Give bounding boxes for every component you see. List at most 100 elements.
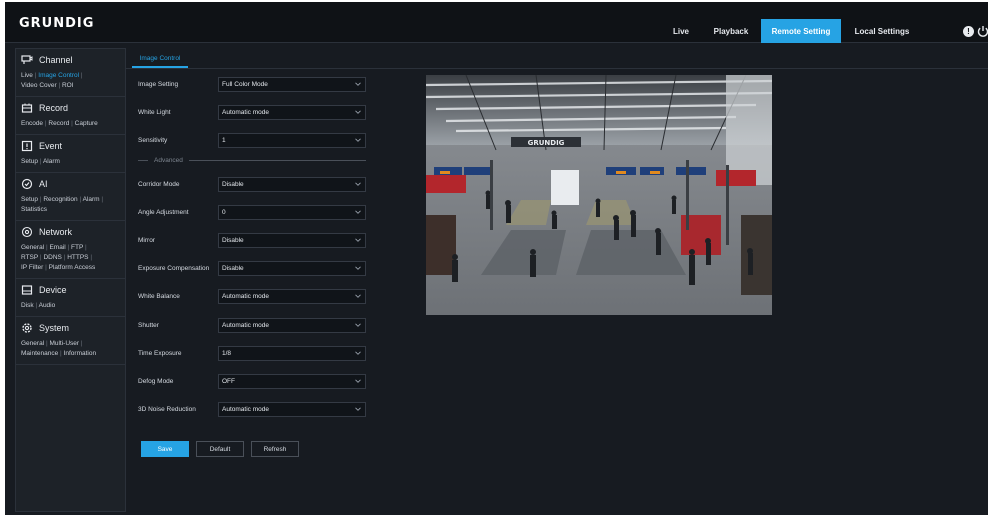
value-time-exposure: 1/8 — [222, 350, 232, 357]
select-angle-adjustment[interactable]: 0 — [218, 205, 366, 220]
select-exposure-compensation[interactable]: Disable — [218, 261, 366, 276]
record-icon — [21, 103, 33, 113]
row-noise-reduction: 3D Noise Reduction Automatic mode — [138, 402, 370, 417]
label-angle-adjustment: Angle Adjustment — [138, 209, 189, 216]
select-white-balance[interactable]: Automatic mode — [218, 289, 366, 304]
value-angle-adjustment: 0 — [222, 209, 226, 216]
label-time-exposure: Time Exposure — [138, 350, 182, 357]
refresh-button[interactable]: Refresh — [251, 441, 299, 457]
row-white-light: White Light Automatic mode — [138, 105, 370, 120]
value-sensitivity: 1 — [222, 137, 226, 144]
main-panel: Image Control Image Setting Full Color M… — [126, 48, 988, 512]
select-image-setting[interactable]: Full Color Mode — [218, 77, 366, 92]
label-corridor-mode: Corridor Mode — [138, 181, 180, 188]
sidebar-item-ai[interactable]: AI — [16, 173, 125, 195]
info-icon[interactable]: ! — [963, 26, 974, 37]
link-ip-filter[interactable]: IP Filter — [21, 264, 43, 271]
value-white-balance: Automatic mode — [222, 293, 269, 300]
link-capture[interactable]: Capture — [75, 120, 98, 127]
link-platform-access[interactable]: Platform Access — [49, 264, 96, 271]
link-statistics[interactable]: Statistics — [21, 206, 47, 213]
power-icon[interactable] — [977, 25, 989, 38]
row-angle-adjustment: Angle Adjustment 0 — [138, 205, 370, 220]
select-corridor-mode[interactable]: Disable — [218, 177, 366, 192]
sidebar-links-channel: Live | Image Control | Video Cover | ROI — [21, 72, 83, 89]
link-event-setup[interactable]: Setup — [21, 158, 38, 165]
row-image-setting: Image Setting Full Color Mode — [138, 77, 370, 92]
select-sensitivity[interactable]: 1 — [218, 133, 366, 148]
sidebar-label-device: Device — [39, 285, 67, 295]
select-white-light[interactable]: Automatic mode — [218, 105, 366, 120]
gear-icon — [22, 323, 32, 333]
sidebar-label-system: System — [39, 323, 70, 333]
link-ftp[interactable]: FTP — [71, 244, 83, 251]
select-noise-reduction[interactable]: Automatic mode — [218, 402, 366, 417]
tab-image-control[interactable]: Image Control — [132, 52, 188, 68]
link-net-general[interactable]: General — [21, 244, 44, 251]
chevron-down-icon — [355, 294, 361, 298]
link-image-control[interactable]: Image Control — [38, 72, 79, 79]
link-roi[interactable]: ROI — [62, 82, 74, 89]
tab-divider — [126, 68, 988, 69]
save-button[interactable]: Save — [141, 441, 189, 457]
label-image-setting: Image Setting — [138, 81, 179, 88]
nav-local-settings[interactable]: Local Settings — [848, 19, 916, 43]
sidebar: Channel Live | Image Control | Video Cov… — [15, 48, 126, 512]
link-ai-alarm[interactable]: Alarm — [83, 196, 100, 203]
sidebar-item-network[interactable]: Network — [16, 221, 125, 243]
link-recognition[interactable]: Recognition — [43, 196, 77, 203]
link-video-cover[interactable]: Video Cover — [21, 82, 57, 89]
label-shutter: Shutter — [138, 322, 159, 329]
sidebar-item-event[interactable]: Event — [16, 135, 125, 157]
sidebar-item-device[interactable]: Device — [16, 279, 125, 301]
value-shutter: Automatic mode — [222, 322, 269, 329]
nav-live[interactable]: Live — [667, 19, 695, 43]
sidebar-item-record[interactable]: Record — [16, 97, 125, 119]
chevron-down-icon — [355, 182, 361, 186]
sidebar-section-network: Network General | Email | FTP | RTSP | D… — [16, 221, 125, 279]
link-audio[interactable]: Audio — [39, 302, 56, 309]
select-defog-mode[interactable]: OFF — [218, 374, 366, 389]
link-information[interactable]: Information — [64, 350, 97, 357]
link-disk[interactable]: Disk — [21, 302, 34, 309]
link-sys-general[interactable]: General — [21, 340, 44, 347]
sidebar-links-device: Disk | Audio — [21, 302, 56, 309]
row-white-balance: White Balance Automatic mode — [138, 289, 370, 304]
sidebar-item-channel[interactable]: Channel — [16, 49, 125, 71]
nav-playback[interactable]: Playback — [708, 19, 754, 43]
link-record[interactable]: Record — [48, 120, 69, 127]
select-time-exposure[interactable]: 1/8 — [218, 346, 366, 361]
link-encode[interactable]: Encode — [21, 120, 43, 127]
chevron-down-icon — [355, 210, 361, 214]
link-live[interactable]: Live — [21, 72, 33, 79]
sidebar-section-system: System General | Multi-User | Maintenanc… — [16, 317, 125, 365]
default-button[interactable]: Default — [196, 441, 244, 457]
camera-preview-image: GRUNDIG — [426, 75, 772, 315]
value-noise-reduction: Automatic mode — [222, 406, 269, 413]
sidebar-label-network: Network — [39, 227, 73, 237]
sidebar-label-record: Record — [39, 103, 69, 113]
brand-logo: GRUNDIG — [19, 16, 95, 31]
link-ddns[interactable]: DDNS — [43, 254, 61, 261]
label-exposure-compensation: Exposure Compensation — [138, 265, 210, 272]
link-event-alarm[interactable]: Alarm — [43, 158, 60, 165]
advanced-divider: Advanced — [138, 155, 366, 165]
network-icon — [21, 226, 33, 238]
link-https[interactable]: HTTPS — [67, 254, 88, 261]
value-image-setting: Full Color Mode — [222, 81, 268, 88]
sidebar-section-record: Record Encode | Record | Capture — [16, 97, 125, 135]
nav-remote-setting[interactable]: Remote Setting — [761, 19, 841, 43]
sidebar-item-system[interactable]: System — [16, 317, 125, 339]
select-shutter[interactable]: Automatic mode — [218, 318, 366, 333]
link-rtsp[interactable]: RTSP — [21, 254, 38, 261]
label-white-light: White Light — [138, 109, 171, 116]
select-mirror[interactable]: Disable — [218, 233, 366, 248]
link-ai-setup[interactable]: Setup — [21, 196, 38, 203]
link-email[interactable]: Email — [49, 244, 65, 251]
link-multi-user[interactable]: Multi-User — [49, 340, 79, 347]
row-exposure-compensation: Exposure Compensation Disable — [138, 261, 370, 276]
link-maintenance[interactable]: Maintenance — [21, 350, 58, 357]
row-defog-mode: Defog Mode OFF — [138, 374, 370, 389]
chevron-down-icon — [355, 407, 361, 411]
value-defog-mode: OFF — [222, 378, 235, 385]
